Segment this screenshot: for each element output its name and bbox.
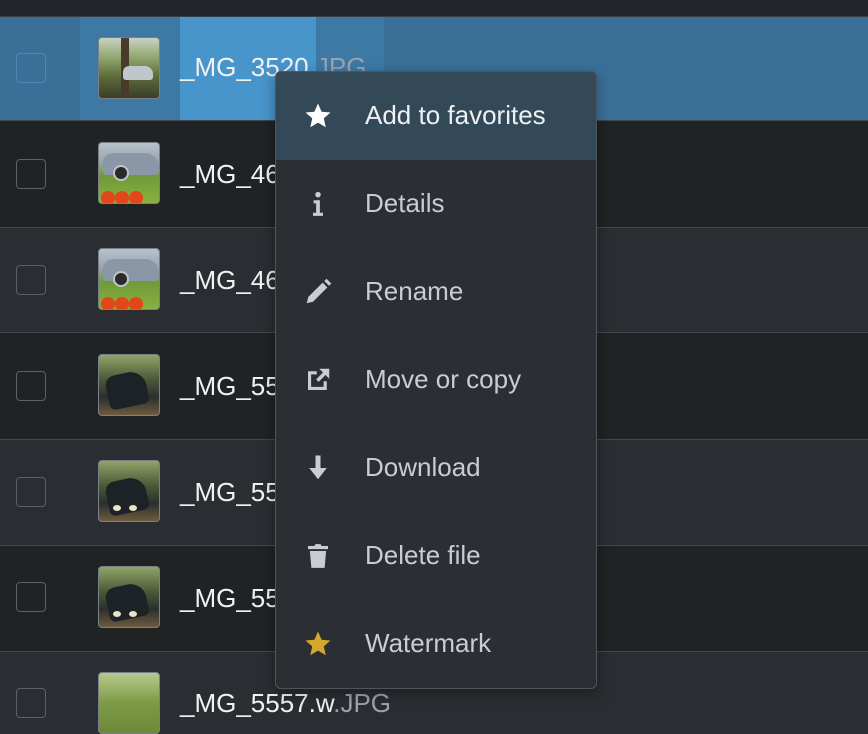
info-icon [303, 189, 333, 219]
menu-item-download[interactable]: Download [276, 424, 596, 512]
pencil-icon [303, 277, 333, 307]
file-thumbnail[interactable] [98, 672, 160, 734]
menu-item-watermark[interactable]: Watermark [276, 600, 596, 688]
gold-star-icon [303, 629, 333, 659]
file-thumbnail[interactable] [98, 566, 160, 628]
file-thumbnail[interactable] [98, 354, 160, 416]
trash-icon [303, 541, 333, 571]
download-arrow-icon [303, 453, 333, 483]
menu-item-label: Delete file [365, 540, 481, 570]
file-name[interactable]: _MG_55 [180, 477, 280, 508]
star-icon [303, 101, 333, 131]
menu-item-label: Details [365, 188, 445, 218]
menu-item-delete-file[interactable]: Delete file [276, 512, 596, 600]
row-checkbox[interactable] [16, 53, 46, 83]
top-bar [0, 0, 868, 17]
menu-item-label: Watermark [365, 628, 492, 658]
menu-item-rename[interactable]: Rename [276, 248, 596, 336]
file-thumbnail[interactable] [98, 248, 160, 310]
menu-item-label: Rename [365, 276, 464, 306]
menu-item-label: Add to favorites [365, 100, 546, 130]
menu-item-move-or-copy[interactable]: Move or copy [276, 336, 596, 424]
context-menu: Add to favorites Details Rename Move or … [275, 71, 597, 689]
file-thumbnail[interactable] [98, 142, 160, 204]
row-checkbox[interactable] [16, 159, 46, 189]
external-link-icon [303, 365, 333, 395]
row-checkbox[interactable] [16, 265, 46, 295]
menu-item-label: Download [365, 452, 481, 482]
row-checkbox[interactable] [16, 477, 46, 507]
row-checkbox[interactable] [16, 582, 46, 612]
menu-item-add-to-favorites[interactable]: Add to favorites [276, 72, 596, 160]
file-thumbnail[interactable] [98, 37, 160, 99]
row-checkbox[interactable] [16, 371, 46, 401]
menu-item-details[interactable]: Details [276, 160, 596, 248]
file-name[interactable]: _MG_46 [180, 265, 280, 296]
file-name[interactable]: _MG_55 [180, 371, 280, 402]
file-thumbnail[interactable] [98, 460, 160, 522]
menu-item-label: Move or copy [365, 364, 522, 394]
file-name[interactable]: _MG_55 [180, 583, 280, 614]
file-name[interactable]: _MG_46 [180, 159, 280, 190]
row-checkbox[interactable] [16, 688, 46, 718]
